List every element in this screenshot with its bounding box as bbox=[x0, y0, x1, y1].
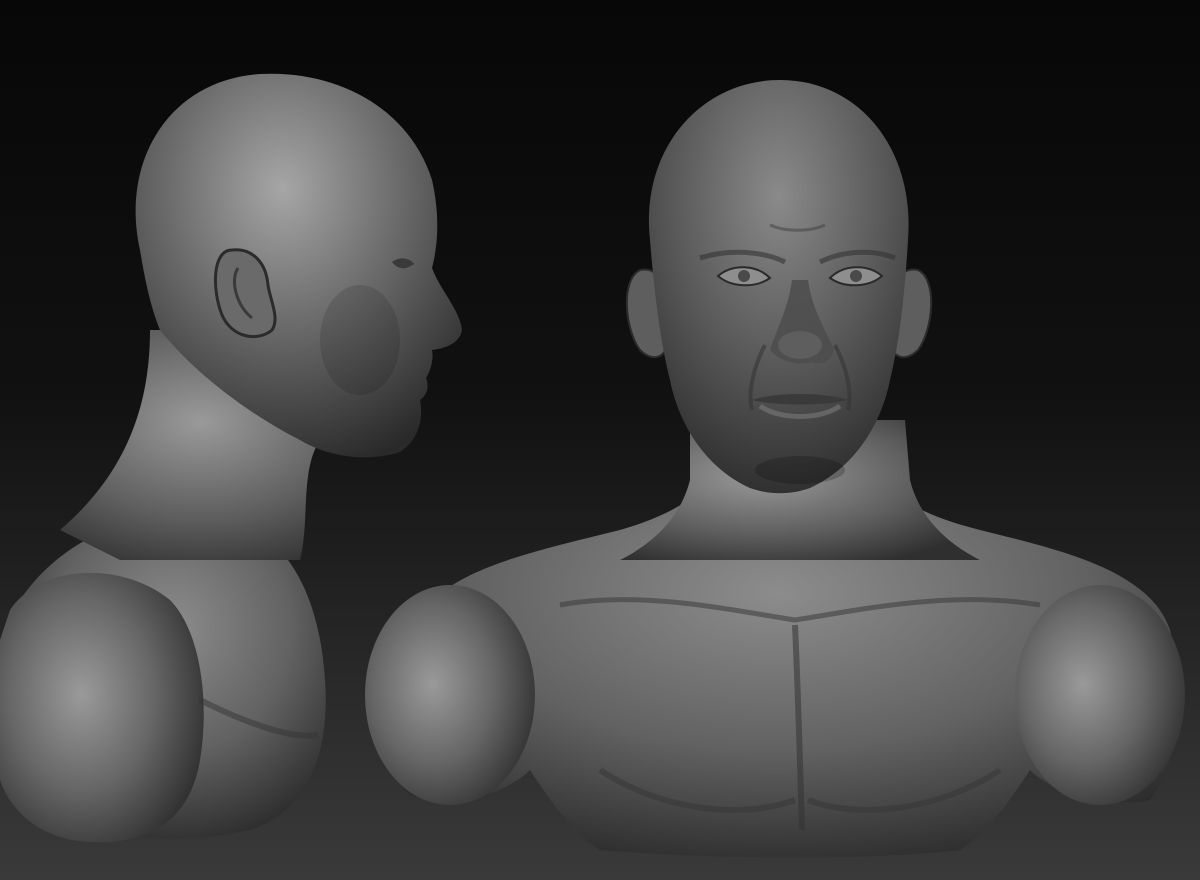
front-shoulder-right bbox=[1015, 585, 1185, 805]
front-iris-left bbox=[738, 270, 750, 282]
front-shoulder-left bbox=[365, 585, 535, 805]
sculpt-viewport bbox=[0, 0, 1200, 880]
front-iris-right bbox=[850, 270, 862, 282]
front-nose-tip bbox=[778, 331, 822, 359]
render-canvas bbox=[0, 0, 1200, 880]
side-shoulder bbox=[0, 572, 204, 843]
side-cheek-shade bbox=[320, 285, 400, 395]
front-chin-shadow bbox=[755, 456, 845, 484]
